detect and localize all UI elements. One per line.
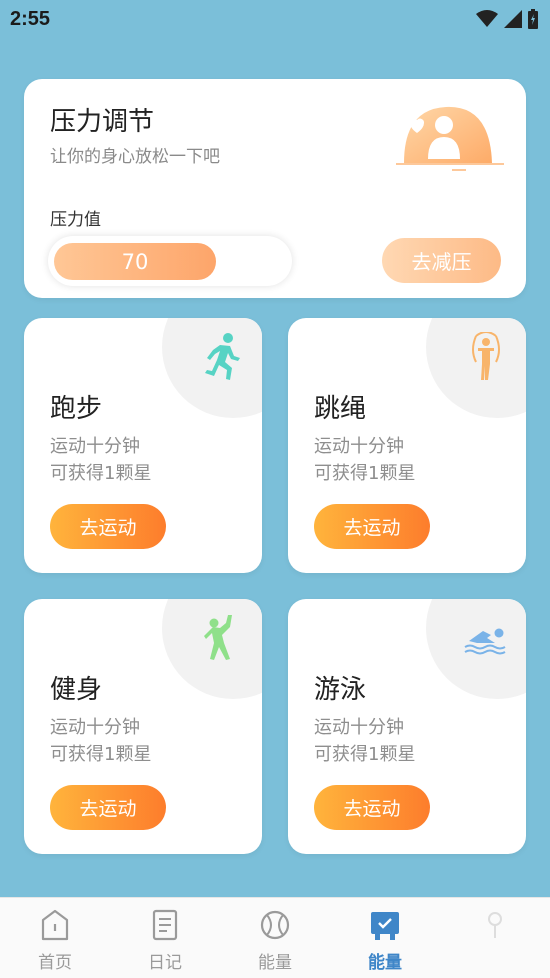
diary-icon: [152, 909, 178, 941]
ball-icon: [260, 910, 290, 940]
start-swimming-button[interactable]: 去运动: [314, 785, 430, 830]
status-icons: [476, 9, 538, 29]
start-running-button[interactable]: 去运动: [50, 504, 166, 549]
stress-level-bar: 70: [48, 236, 292, 286]
sport-name: 跑步: [50, 394, 103, 424]
sport-card-swimming: 游泳 运动十分钟 可获得1颗星 去运动: [288, 599, 526, 854]
sport-card-fitness: 健身 运动十分钟 可获得1颗星 去运动: [24, 599, 262, 854]
status-time: 2:55: [10, 8, 51, 30]
sport-reward-text: 可获得1颗星: [314, 744, 416, 765]
cellular-signal-icon: [504, 10, 522, 28]
relax-person-icon: [396, 106, 504, 171]
sport-name: 跳绳: [314, 394, 367, 424]
stress-value: 70: [121, 249, 149, 274]
running-icon: [205, 333, 240, 380]
battery-icon: [528, 9, 538, 29]
tab-partial[interactable]: [455, 898, 535, 978]
sport-duration-text: 运动十分钟: [50, 436, 140, 457]
stress-title: 压力调节: [50, 107, 155, 137]
home-icon: [41, 909, 69, 941]
check-box-icon: [371, 912, 399, 940]
relieve-stress-button[interactable]: 去减压: [382, 238, 501, 283]
sport-name: 游泳: [314, 675, 367, 705]
wifi-icon: [476, 10, 498, 27]
sport-reward-text: 可获得1颗星: [314, 463, 416, 484]
bottom-tab-bar: 首页 日记 能量 能量: [0, 897, 550, 978]
partial-icon: [488, 912, 502, 938]
tab-label: 能量: [368, 953, 402, 973]
sport-duration-text: 运动十分钟: [314, 717, 404, 738]
status-bar: 2:55: [0, 0, 550, 40]
swimming-icon: [464, 628, 506, 655]
start-fitness-button[interactable]: 去运动: [50, 785, 166, 830]
stress-card: 压力调节 让你的身心放松一下吧 压力值 70 去减压: [24, 79, 526, 298]
tab-home[interactable]: 首页: [15, 898, 95, 978]
tab-diary[interactable]: 日记: [125, 898, 205, 978]
jump-rope-icon: [472, 332, 500, 380]
sport-card-running: 跑步 运动十分钟 可获得1颗星 去运动: [24, 318, 262, 573]
stress-subtitle: 让你的身心放松一下吧: [50, 147, 220, 167]
tab-label: 能量: [258, 953, 292, 973]
sport-duration-text: 运动十分钟: [50, 717, 140, 738]
sport-reward-text: 可获得1颗星: [50, 463, 152, 484]
tab-energy-ball[interactable]: 能量: [235, 898, 315, 978]
sport-card-jump-rope: 跳绳 运动十分钟 可获得1颗星 去运动: [288, 318, 526, 573]
fitness-icon: [204, 615, 232, 660]
tab-label: 日记: [148, 953, 182, 973]
sport-duration-text: 运动十分钟: [314, 436, 404, 457]
start-jump-rope-button[interactable]: 去运动: [314, 504, 430, 549]
tab-energy-active[interactable]: 能量: [345, 898, 425, 978]
stress-value-label: 压力值: [50, 210, 101, 230]
sport-name: 健身: [50, 675, 103, 705]
stress-level-fill: 70: [54, 243, 216, 280]
sport-reward-text: 可获得1颗星: [50, 744, 152, 765]
tab-label: 首页: [38, 953, 72, 973]
